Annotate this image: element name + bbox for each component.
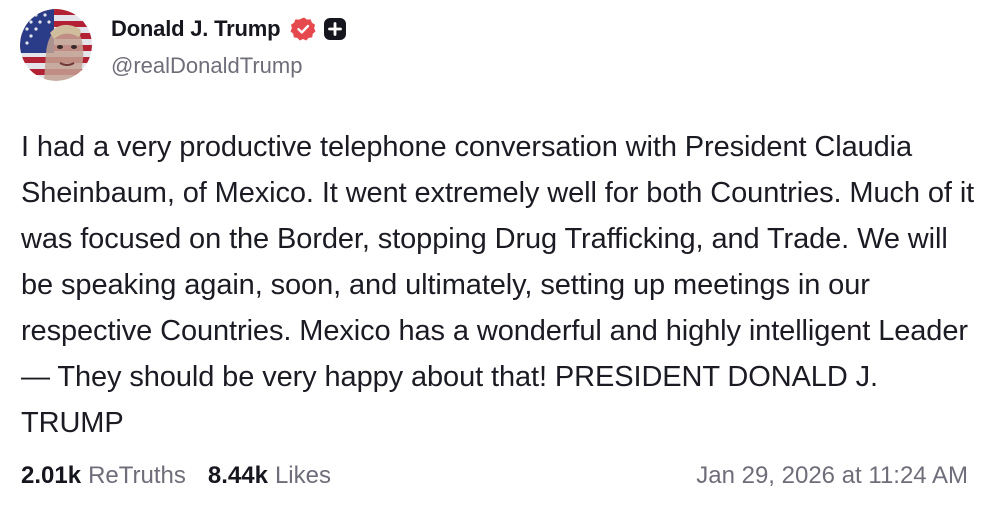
likes-label: Likes [274, 462, 331, 489]
post-timestamp[interactable]: Jan 29, 2026 at 11:24 AM [696, 462, 968, 490]
avatar-flag-portrait-icon [20, 9, 92, 81]
verified-badge-icon [290, 16, 316, 42]
retruths-count: 2.01k [21, 462, 82, 489]
post-card: Donald J. Trump @realDonaldTrump I had a… [0, 0, 990, 508]
plus-badge-icon [322, 16, 348, 42]
retruths-label: ReTruths [88, 462, 186, 489]
display-name[interactable]: Donald J. Trump [111, 16, 281, 42]
author-name-row: Donald J. Trump [111, 14, 348, 44]
post-stats: 2.01k ReTruths 8.44k Likes [21, 462, 331, 490]
likes-count: 8.44k [207, 462, 268, 489]
likes-stat[interactable]: 8.44k Likes [208, 462, 331, 490]
author-handle[interactable]: @realDonaldTrump [111, 53, 302, 79]
post-text: I had a very productive telephone conver… [21, 131, 975, 439]
avatar[interactable] [20, 9, 92, 81]
retruths-stat[interactable]: 2.01k ReTruths [21, 462, 186, 490]
